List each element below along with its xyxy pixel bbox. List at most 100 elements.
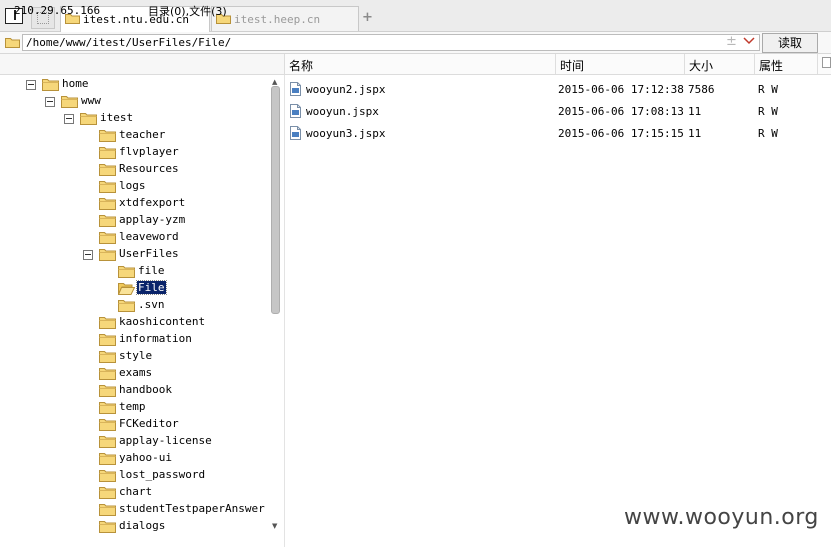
file-attr: R W: [758, 127, 778, 140]
tree-item-label: File: [136, 280, 167, 295]
folder-icon: [99, 486, 116, 502]
tab-itest-heep[interactable]: itest.heep.cn: [211, 6, 359, 31]
column-header-size[interactable]: 大小: [689, 57, 713, 74]
tree-item[interactable]: flvplayer: [0, 144, 268, 161]
tree-item[interactable]: leaveword: [0, 229, 268, 246]
scroll-down-icon[interactable]: ▼: [272, 522, 277, 530]
tree-item[interactable]: applay-yzm: [0, 212, 268, 229]
collapse-toggle-icon[interactable]: [45, 97, 55, 107]
folder-icon: [99, 163, 116, 179]
tree-item[interactable]: File: [0, 280, 268, 297]
tree-item[interactable]: style: [0, 348, 268, 365]
file-attr: R W: [758, 105, 778, 118]
folder-icon: [99, 350, 116, 366]
plus-minus-icon[interactable]: ±: [726, 34, 737, 49]
tree-item[interactable]: file: [0, 263, 268, 280]
collapse-toggle-icon[interactable]: [26, 80, 36, 90]
file-attr: R W: [758, 83, 778, 96]
folder-icon: [99, 401, 116, 417]
folder-icon: [99, 367, 116, 383]
file-time: 2015-06-06 17:12:38: [558, 83, 684, 96]
path-input[interactable]: /home/www/itest/UserFiles/File/: [22, 34, 760, 51]
file-name: wooyun3.jspx: [306, 127, 386, 140]
tree-item-label: home: [62, 77, 89, 90]
tree-item[interactable]: yahoo-ui: [0, 450, 268, 467]
folder-icon: [5, 37, 20, 48]
tree-item-label: yahoo-ui: [119, 451, 172, 464]
file-row[interactable]: wooyun3.jspx 2015-06-06 17:15:15 11 R W: [286, 123, 831, 143]
tree-item[interactable]: FCKeditor: [0, 416, 268, 433]
folder-icon: [99, 248, 116, 264]
tree-item[interactable]: dialogs: [0, 518, 268, 535]
tree-item-label: studentTestpaperAnswer: [119, 502, 265, 515]
tree-item-label: teacher: [119, 128, 166, 141]
folder-icon: [99, 316, 116, 332]
file-time: 2015-06-06 17:08:13: [558, 105, 684, 118]
pane-divider[interactable]: [284, 75, 285, 547]
file-name: wooyun.jspx: [306, 105, 379, 118]
tree-item-label: handbook: [119, 383, 172, 396]
tree-item[interactable]: temp: [0, 399, 268, 416]
file-time: 2015-06-06 17:15:15: [558, 127, 684, 140]
column-header-time[interactable]: 时间: [560, 57, 584, 74]
tree-item[interactable]: UserFiles: [0, 246, 268, 263]
tree-item[interactable]: Resources: [0, 161, 268, 178]
path-value: /home/www/itest/UserFiles/File/: [26, 36, 232, 49]
folder-icon: [99, 146, 116, 162]
column-header-name[interactable]: 名称: [289, 57, 313, 74]
collapse-toggle-icon[interactable]: [64, 114, 74, 124]
tree-item-label: exams: [119, 366, 153, 379]
tree-item[interactable]: teacher: [0, 127, 268, 144]
tree-item-label: xtdfexport: [119, 196, 186, 209]
tree-item-label: information: [119, 332, 192, 345]
column-header-attr[interactable]: 属性: [759, 57, 783, 74]
tree-item[interactable]: information: [0, 331, 268, 348]
file-row[interactable]: wooyun2.jspx 2015-06-06 17:12:38 7586 R W: [286, 79, 831, 99]
folder-icon: [61, 95, 78, 111]
tree-item-label: lost_password: [119, 468, 206, 481]
tab-label: itest.heep.cn: [234, 13, 321, 26]
tree-item[interactable]: www: [0, 93, 268, 110]
file-icon: [289, 104, 302, 121]
tree-item[interactable]: xtdfexport: [0, 195, 268, 212]
tree-item[interactable]: chart: [0, 484, 268, 501]
collapse-toggle-icon[interactable]: [83, 250, 93, 260]
tree-item[interactable]: home: [0, 76, 268, 93]
tree-item[interactable]: lost_password: [0, 467, 268, 484]
chevron-down-icon[interactable]: [743, 36, 755, 49]
file-name: wooyun2.jspx: [306, 83, 386, 96]
file-size: 11: [688, 105, 702, 118]
tree-item-label: flvplayer: [119, 145, 179, 158]
tree-item-label: Resources: [119, 162, 179, 175]
tree-item-label: FCKeditor: [119, 417, 179, 430]
tree-item-label: temp: [119, 400, 146, 413]
file-icon: [289, 82, 302, 99]
tree-item-label: UserFiles: [119, 247, 179, 260]
tree-item-label: kaoshicontent: [119, 315, 206, 328]
read-button[interactable]: 读取: [762, 33, 818, 53]
tree-item[interactable]: .svn: [0, 297, 268, 314]
tree-item-label: leaveword: [119, 230, 179, 243]
tree-item-label: style: [119, 349, 153, 362]
folder-icon: [99, 418, 116, 434]
add-tab-button[interactable]: +: [362, 10, 373, 25]
folder-open-icon: [117, 282, 136, 298]
tree-item[interactable]: applay-license: [0, 433, 268, 450]
scroll-up-icon[interactable]: ▲: [272, 78, 277, 86]
tree-item[interactable]: itest: [0, 110, 268, 127]
column-options-icon[interactable]: [822, 57, 831, 68]
tree-item[interactable]: logs: [0, 178, 268, 195]
folder-icon: [99, 384, 116, 400]
tree-item[interactable]: studentTestpaperAnswer: [0, 501, 268, 518]
folder-icon: [80, 112, 97, 128]
tree-item[interactable]: kaoshicontent: [0, 314, 268, 331]
tree-item[interactable]: handbook: [0, 382, 268, 399]
folder-icon: [99, 520, 116, 536]
tree-scroll-thumb[interactable]: [271, 86, 280, 314]
tree-item-label: applay-yzm: [119, 213, 186, 226]
watermark: www.wooyun.org: [624, 505, 819, 530]
dir-file-count: 目录(0),文件(3): [148, 5, 227, 18]
tree-item[interactable]: exams: [0, 365, 268, 382]
file-row[interactable]: wooyun.jspx 2015-06-06 17:08:13 11 R W: [286, 101, 831, 121]
tree-item-label: dialogs: [119, 519, 166, 532]
